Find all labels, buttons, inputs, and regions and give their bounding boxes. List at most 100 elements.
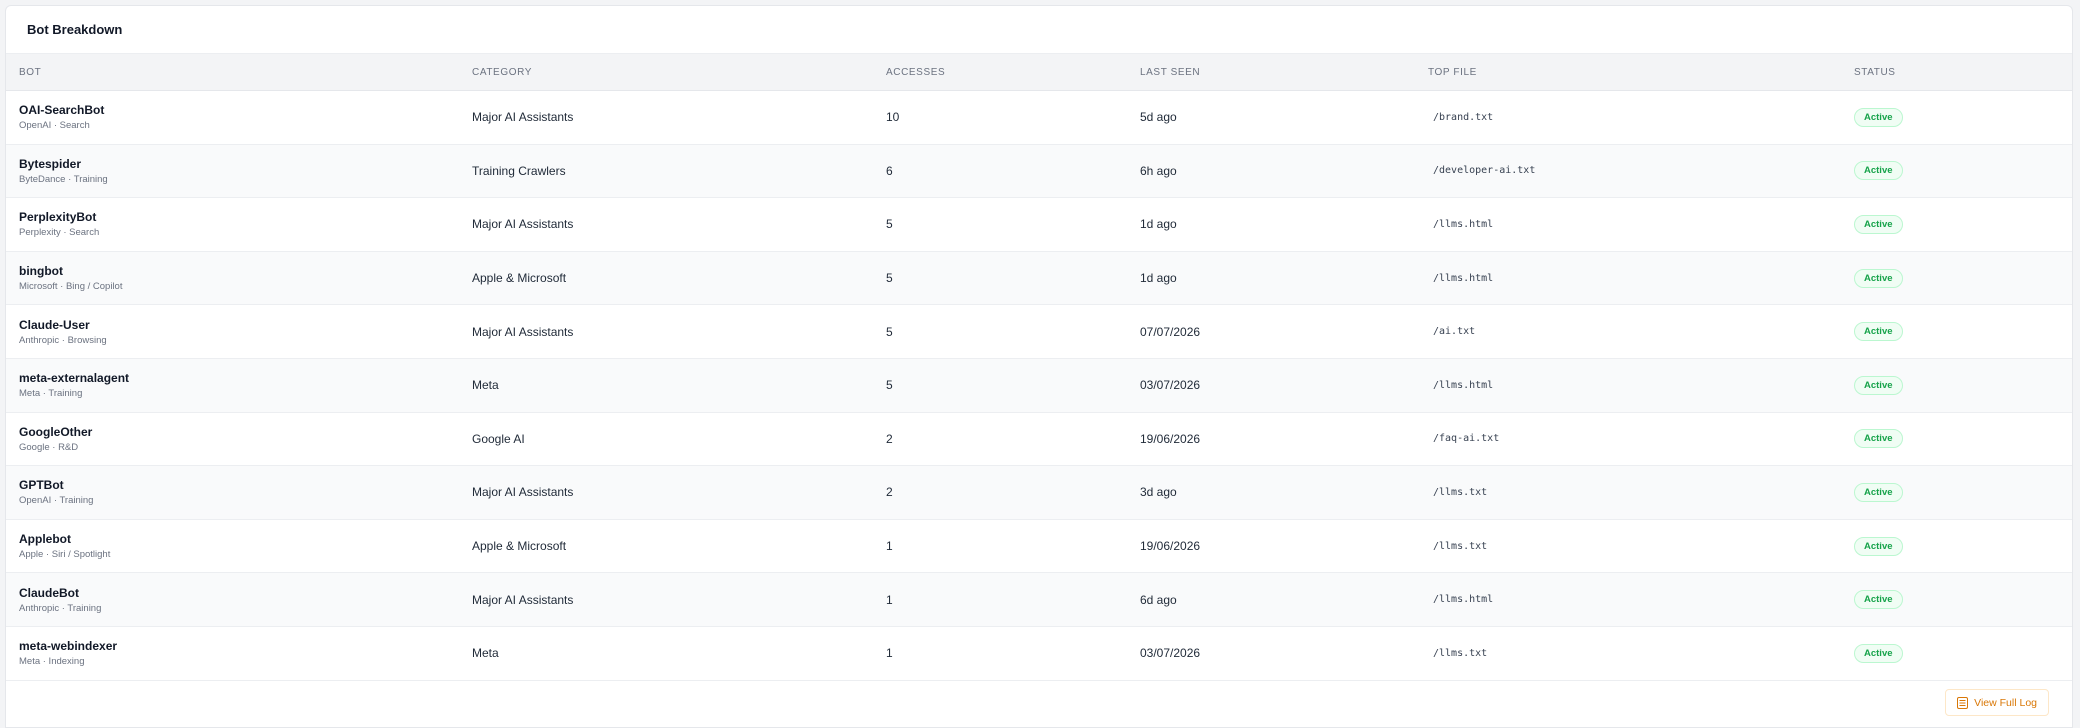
accesses-value: 1 <box>886 646 893 661</box>
bot-cell: OAI-SearchBot OpenAI · Search <box>19 91 104 144</box>
table-row[interactable]: meta-externalagent Meta · Training Meta 5 03… <box>6 358 2072 413</box>
bot-cell: Bytespider ByteDance · Training <box>19 145 108 198</box>
accesses-cell: 1 <box>886 520 893 573</box>
category-value: Google AI <box>472 431 525 446</box>
category-cell: Major AI Assistants <box>472 198 573 251</box>
last-seen-cell: 6d ago <box>1140 573 1177 626</box>
accesses-cell: 2 <box>886 466 893 519</box>
bot-name[interactable]: Claude-User <box>19 318 107 332</box>
last-seen-cell: 6h ago <box>1140 145 1177 198</box>
accesses-value: 5 <box>886 217 893 232</box>
table-row[interactable]: GPTBot OpenAI · Training Major AI Assistan… <box>6 466 2072 520</box>
last-seen-cell: 07/07/2026 <box>1140 305 1200 358</box>
bot-name[interactable]: OAI-SearchBot <box>19 103 104 117</box>
table-row[interactable]: PerplexityBot Perplexity · Search Major AI… <box>6 198 2072 252</box>
bot-name[interactable]: ClaudeBot <box>19 586 101 600</box>
bot-name[interactable]: GPTBot <box>19 478 93 492</box>
table-row[interactable]: ClaudeBot Anthropic · Training Major AI As… <box>6 573 2072 627</box>
last-seen-cell: 3d ago <box>1140 466 1177 519</box>
category-value: Major AI Assistants <box>472 485 574 500</box>
bot-vendor-purpose: Anthropic · Browsing <box>19 334 107 346</box>
last-seen-value: 19/06/2026 <box>1140 431 1201 446</box>
last-seen-value: 1d ago <box>1140 271 1177 286</box>
category-value: Meta <box>472 646 499 661</box>
column-header-status[interactable]: STATUS <box>1854 54 1896 92</box>
card-title: Bot Breakdown <box>27 22 123 37</box>
bot-name[interactable]: meta-webindexer <box>19 639 117 653</box>
bot-name[interactable]: GoogleOther <box>19 425 92 439</box>
accesses-cell: 5 <box>886 252 893 305</box>
category-cell: Major AI Assistants <box>472 305 573 358</box>
table-row[interactable]: GoogleOther Google · R&D Google AI 2 19/06/2… <box>6 413 2072 467</box>
accesses-cell: 5 <box>886 359 893 412</box>
accesses-cell: 10 <box>886 91 899 144</box>
table-row[interactable]: bingbot Microsoft · Bing / Copilot Apple &… <box>6 251 2072 306</box>
column-header-last-seen[interactable]: LAST SEEN <box>1140 54 1200 92</box>
last-seen-cell: 03/07/2026 <box>1140 627 1200 680</box>
status-badge: Active <box>1854 536 1903 556</box>
category-cell: Apple & Microsoft <box>472 520 566 573</box>
top-file-path: /llms.txt <box>1433 647 1488 659</box>
last-seen-cell: 19/06/2026 <box>1140 413 1200 466</box>
status-cell: Active <box>1854 359 1903 412</box>
last-seen-value: 03/07/2026 <box>1140 646 1201 661</box>
status-cell: Active <box>1854 466 1903 519</box>
category-cell: Training Crawlers <box>472 145 566 198</box>
top-file-cell: /llms.txt <box>1428 466 1487 519</box>
last-seen-value: 6h ago <box>1140 163 1177 178</box>
column-header-top-file[interactable]: TOP FILE <box>1428 54 1477 92</box>
bot-vendor-purpose: ByteDance · Training <box>19 173 108 185</box>
bot-vendor-purpose: Meta · Indexing <box>19 656 85 668</box>
table-row[interactable]: meta-webindexer Meta · Indexing Meta 1 03/07… <box>6 627 2072 681</box>
top-file-path: /ai.txt <box>1433 326 1476 338</box>
top-file-path: /brand.txt <box>1433 111 1494 123</box>
status-cell: Active <box>1854 252 1903 305</box>
accesses-value: 6 <box>886 163 893 178</box>
top-file-cell: /brand.txt <box>1428 91 1493 144</box>
view-full-log-button[interactable]: View Full Log <box>1945 689 2049 716</box>
category-cell: Major AI Assistants <box>472 466 573 519</box>
category-value: Training Crawlers <box>472 163 566 178</box>
accesses-value: 5 <box>886 324 893 339</box>
table-row[interactable]: Applebot Apple · Siri / Spotlight Apple & … <box>6 520 2072 574</box>
bot-name[interactable]: meta-externalagent <box>19 371 129 385</box>
log-list-icon <box>1957 696 1969 709</box>
table-row[interactable]: Bytespider ByteDance · Training Training C… <box>6 144 2072 199</box>
status-badge: Active <box>1854 161 1903 181</box>
bot-name[interactable]: bingbot <box>19 264 122 278</box>
last-seen-cell: 1d ago <box>1140 252 1177 305</box>
bot-name[interactable]: PerplexityBot <box>19 210 99 224</box>
top-file-path: /llms.html <box>1433 218 1494 230</box>
last-seen-cell: 1d ago <box>1140 198 1177 251</box>
status-cell: Active <box>1854 413 1903 466</box>
bot-cell: GPTBot OpenAI · Training <box>19 466 93 519</box>
bot-cell: ClaudeBot Anthropic · Training <box>19 573 101 626</box>
column-header-bot[interactable]: BOT <box>19 54 41 92</box>
accesses-value: 10 <box>886 110 900 125</box>
bot-name[interactable]: Bytespider <box>19 157 108 171</box>
table-row[interactable]: Claude-User Anthropic · Browsing Major AI … <box>6 305 2072 359</box>
status-badge: Active <box>1854 322 1903 342</box>
table-row[interactable]: OAI-SearchBot OpenAI · Search Major AI Ass… <box>6 91 2072 145</box>
category-value: Apple & Microsoft <box>472 539 567 554</box>
bot-cell: meta-externalagent Meta · Training <box>19 359 129 412</box>
status-cell: Active <box>1854 145 1903 198</box>
accesses-value: 2 <box>886 485 893 500</box>
status-badge: Active <box>1854 429 1903 449</box>
category-value: Major AI Assistants <box>472 217 574 232</box>
last-seen-value: 19/06/2026 <box>1140 539 1201 554</box>
category-cell: Major AI Assistants <box>472 91 573 144</box>
status-badge: Active <box>1854 268 1903 288</box>
top-file-path: /developer-ai.txt <box>1433 165 1536 177</box>
top-file-cell: /llms.html <box>1428 573 1493 626</box>
bot-cell: GoogleOther Google · R&D <box>19 413 92 466</box>
column-header-category[interactable]: CATEGORY <box>472 54 532 92</box>
bot-vendor-purpose: Google · R&D <box>19 441 79 453</box>
top-file-path: /llms.html <box>1433 379 1494 391</box>
column-header-accesses[interactable]: ACCESSES <box>886 54 945 92</box>
category-cell: Major AI Assistants <box>472 573 573 626</box>
bot-name[interactable]: Applebot <box>19 532 110 546</box>
last-seen-value: 6d ago <box>1140 592 1177 607</box>
last-seen-value: 5d ago <box>1140 110 1177 125</box>
bot-cell: bingbot Microsoft · Bing / Copilot <box>19 252 122 305</box>
